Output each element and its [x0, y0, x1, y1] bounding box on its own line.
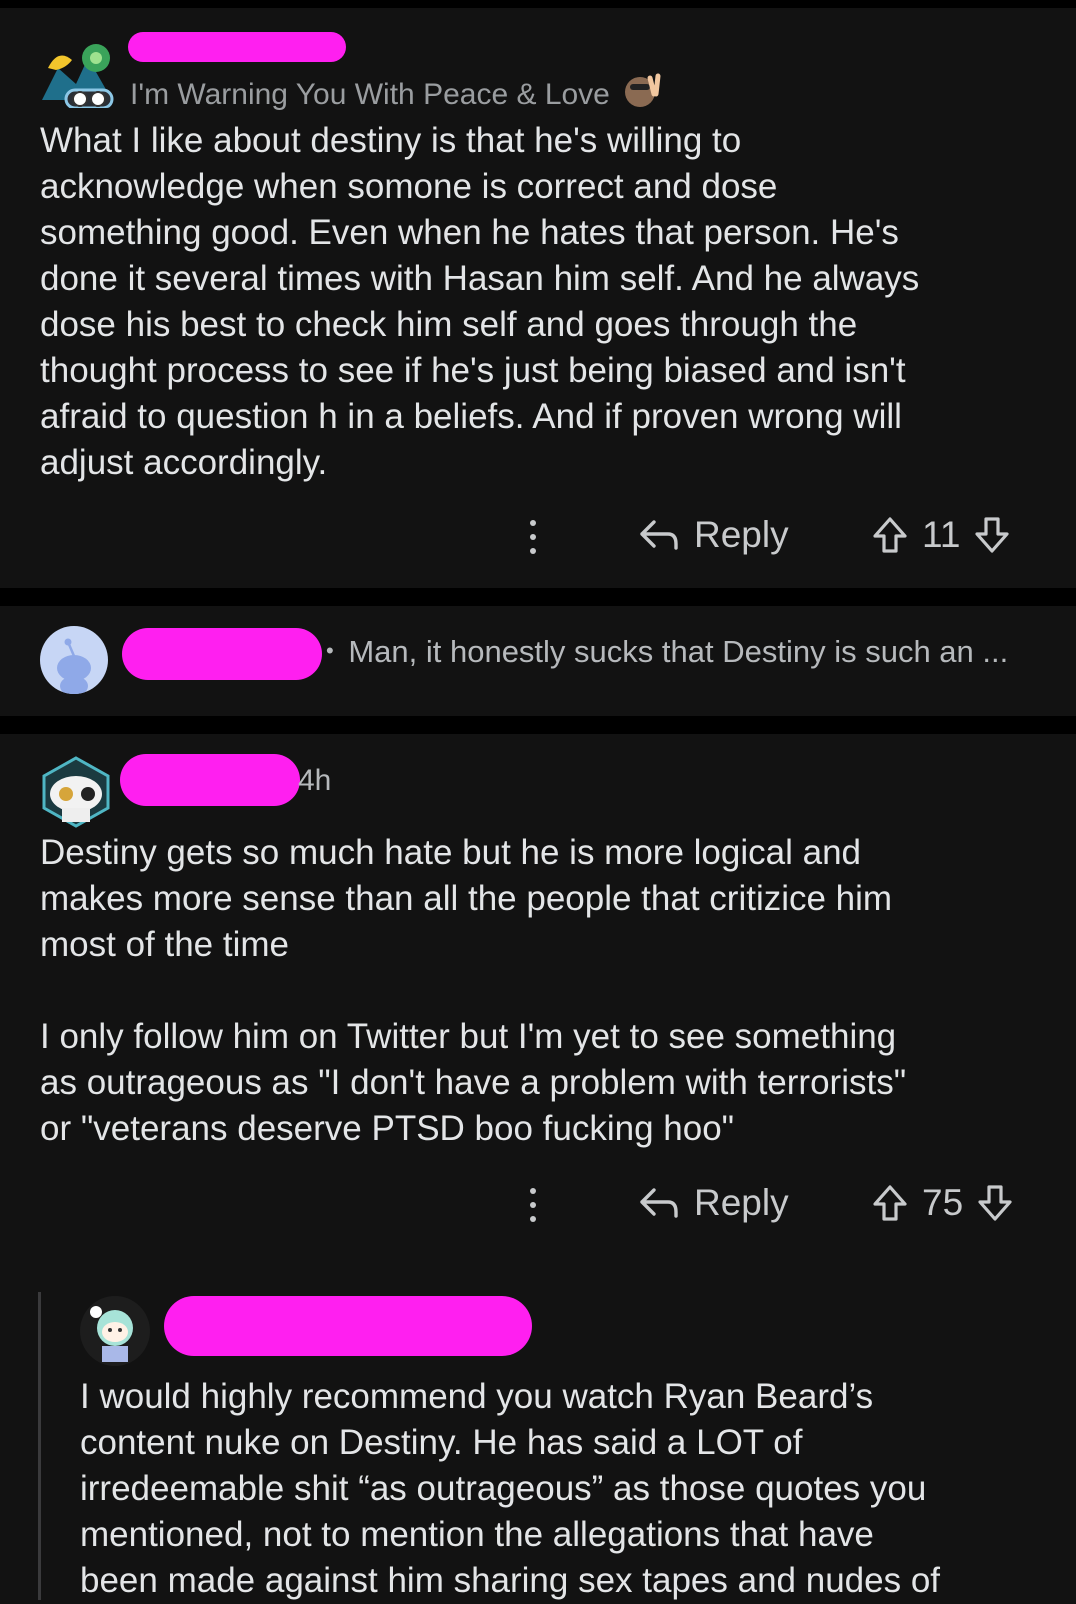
reply-label: Reply: [694, 514, 789, 555]
user-avatar[interactable]: [38, 754, 114, 830]
more-options-icon[interactable]: [530, 520, 538, 556]
reply-label: Reply: [694, 1182, 789, 1223]
avatar-snoo-icon: [90, 1306, 133, 1362]
user-avatar[interactable]: [80, 1296, 150, 1366]
flair-emoji-icon: [625, 73, 661, 107]
comment-separator: [0, 588, 1076, 606]
reply-button[interactable]: Reply: [638, 514, 789, 556]
vote-score: 75: [922, 1182, 964, 1223]
comment-body: What I like about destiny is that he's w…: [40, 121, 920, 482]
upvote-icon[interactable]: [872, 1184, 908, 1222]
comment-separator: [0, 716, 1076, 734]
user-flair: I'm Warning You With Peace & Love: [130, 72, 666, 112]
redacted-username: [164, 1296, 532, 1356]
avatar-snoo-icon: [42, 44, 114, 108]
collapsed-preview-text: Man, it honestly sucks that Destiny is s…: [348, 634, 1009, 669]
comment-1: I'm Warning You With Peace & Love What I…: [0, 8, 1076, 588]
reply-arrow-icon: [640, 1188, 678, 1218]
reply-button[interactable]: Reply: [638, 1182, 789, 1224]
collapsed-comment[interactable]: • Man, it honestly sucks that Destiny is…: [0, 606, 1076, 716]
vote-controls: 75: [872, 1182, 1013, 1224]
avatar-snoo-icon: [42, 756, 110, 828]
vote-score: 11: [922, 514, 961, 555]
redacted-username: [120, 754, 300, 806]
collapsed-preview: • Man, it honestly sucks that Destiny is…: [326, 634, 1008, 670]
upvote-icon[interactable]: [872, 516, 908, 554]
user-avatar[interactable]: [40, 626, 108, 694]
comment-timestamp: 4h: [298, 764, 332, 797]
reply-arrow-icon: [640, 520, 678, 550]
redacted-username: [122, 628, 322, 680]
top-edge: [0, 0, 1076, 8]
bullet-separator: •: [326, 638, 334, 663]
thread-indent-line[interactable]: [38, 1292, 41, 1600]
comment-body: Destiny gets so much hate but he is more…: [40, 833, 907, 1148]
default-snoo-avatar-icon: [57, 638, 91, 694]
downvote-icon[interactable]: [977, 1184, 1013, 1222]
downvote-icon[interactable]: [974, 516, 1010, 554]
more-options-icon[interactable]: [530, 1188, 538, 1224]
vote-controls: 11: [872, 514, 1010, 556]
comment-actions: Reply 75: [0, 1176, 1076, 1236]
comment-2: 4h Destiny gets so much hate but he is m…: [0, 734, 1076, 1600]
user-flair-text: I'm Warning You With Peace & Love: [130, 78, 610, 111]
redacted-username: [128, 32, 346, 62]
comment-actions: Reply 11: [0, 508, 1076, 568]
user-avatar[interactable]: [38, 38, 116, 108]
comment-body: I would highly recommend you watch Ryan …: [80, 1377, 941, 1600]
